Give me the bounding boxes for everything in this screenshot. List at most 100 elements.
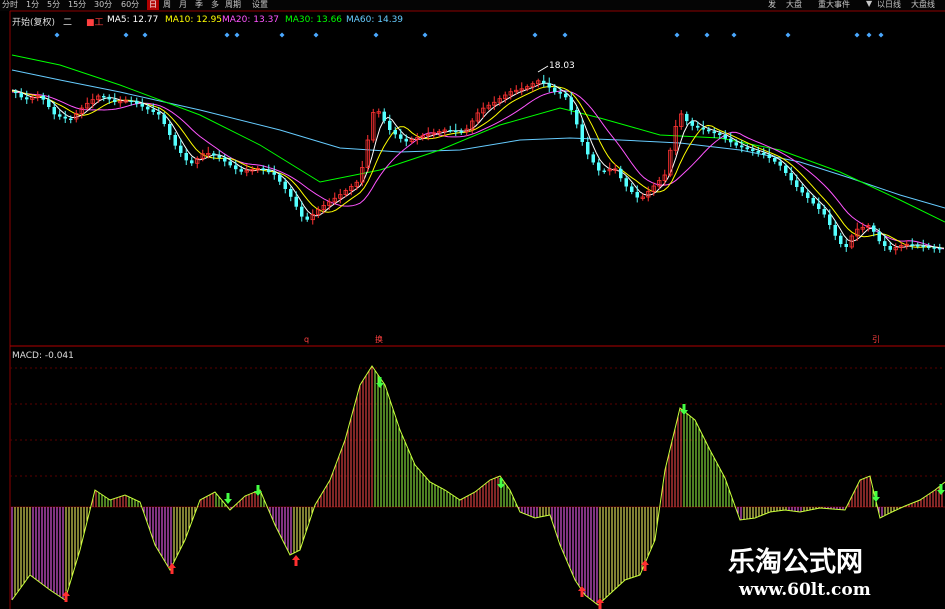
candle-body	[294, 196, 298, 207]
candlestick	[399, 128, 403, 143]
signal-dot	[731, 32, 737, 38]
candle-body	[547, 83, 551, 88]
candlestick	[454, 123, 458, 137]
candle-body	[701, 127, 705, 130]
candlestick	[272, 165, 276, 180]
candle-body	[272, 172, 276, 175]
high-price-label: 18.03	[549, 61, 575, 71]
candle-body	[833, 225, 837, 236]
candle-body	[217, 155, 221, 158]
candlestick	[822, 204, 826, 218]
candle-body	[712, 131, 716, 134]
candle-body	[872, 225, 876, 232]
candle-body	[140, 103, 144, 107]
signal-dot	[234, 32, 240, 38]
candle-body	[69, 118, 73, 120]
candle-body	[696, 125, 700, 128]
candlestick	[294, 191, 298, 210]
candle-body	[916, 245, 920, 247]
candle-body	[800, 187, 804, 193]
marker-q: q	[304, 335, 309, 344]
ma30-line	[11, 54, 945, 223]
candle-body	[751, 149, 755, 151]
candle-body	[591, 154, 595, 163]
candle-body	[151, 109, 155, 112]
ma5-line	[11, 82, 945, 249]
candlestick	[74, 109, 79, 123]
candle-body	[718, 133, 722, 135]
candle-body	[932, 247, 936, 249]
candlestick	[278, 172, 282, 185]
candle-body	[113, 99, 117, 102]
chart-canvas: 18.03 q 换 引 MACD: -0.041	[9, 10, 945, 609]
candle-body	[448, 130, 452, 132]
candlestick	[157, 107, 161, 120]
candlestick	[712, 127, 716, 138]
candlestick	[751, 144, 755, 156]
candle-body	[723, 135, 727, 139]
candle-body	[553, 87, 557, 92]
candle-body	[762, 152, 766, 155]
candle-body	[921, 245, 925, 248]
candlestick	[118, 96, 123, 107]
candle-body	[173, 135, 177, 146]
candle-body	[685, 113, 689, 122]
candlestick	[519, 82, 524, 96]
candlestick	[41, 92, 45, 105]
candlestick	[767, 148, 771, 163]
candlestick	[102, 93, 106, 102]
signal-dot	[866, 32, 872, 38]
candle-body	[773, 158, 777, 162]
candlestick	[310, 209, 315, 225]
candlestick	[932, 243, 936, 253]
candle-body	[102, 96, 106, 98]
buy-arrow-icon	[292, 555, 300, 566]
candle-body	[778, 161, 782, 166]
candle-body	[795, 180, 799, 187]
candle-body	[300, 206, 304, 217]
candle-body	[459, 131, 463, 133]
candle-body	[278, 174, 282, 182]
candlestick	[459, 128, 463, 135]
candle-body	[223, 157, 227, 162]
candlestick	[19, 88, 23, 101]
candle-body	[839, 235, 843, 244]
candle-body	[129, 100, 133, 103]
candle-body	[261, 168, 265, 170]
candlestick	[800, 183, 804, 197]
candle-body	[575, 109, 579, 125]
signal-dot	[532, 32, 538, 38]
watermark-title: 乐淘公式网	[728, 547, 863, 578]
candlestick	[113, 93, 117, 106]
signal-dot	[279, 32, 285, 38]
signal-dot	[704, 32, 710, 38]
candlestick	[530, 81, 535, 92]
candlestick	[190, 157, 194, 166]
candlestick	[135, 97, 139, 108]
candle-body	[822, 209, 826, 215]
macd-grid	[10, 367, 945, 508]
candlestick	[789, 166, 793, 185]
candlestick	[679, 110, 684, 130]
candlestick	[910, 238, 914, 250]
candle-body	[184, 153, 188, 161]
candle-body	[602, 170, 606, 173]
candlestick	[872, 222, 876, 237]
signal-dot	[54, 32, 60, 38]
candle-body	[388, 120, 392, 130]
candlestick	[607, 162, 612, 176]
candle-body	[844, 244, 848, 247]
candle-body	[635, 192, 639, 198]
signal-dot	[854, 32, 860, 38]
signal-dot	[123, 32, 129, 38]
candle-body	[767, 154, 771, 158]
candle-body	[910, 244, 914, 246]
candle-body	[569, 97, 573, 110]
candlestick	[289, 186, 293, 202]
candle-body	[729, 138, 733, 143]
candle-body	[619, 168, 623, 179]
candle-body	[454, 130, 458, 133]
candle-body	[745, 147, 749, 150]
candlestick	[371, 108, 376, 143]
candle-body	[806, 192, 810, 198]
